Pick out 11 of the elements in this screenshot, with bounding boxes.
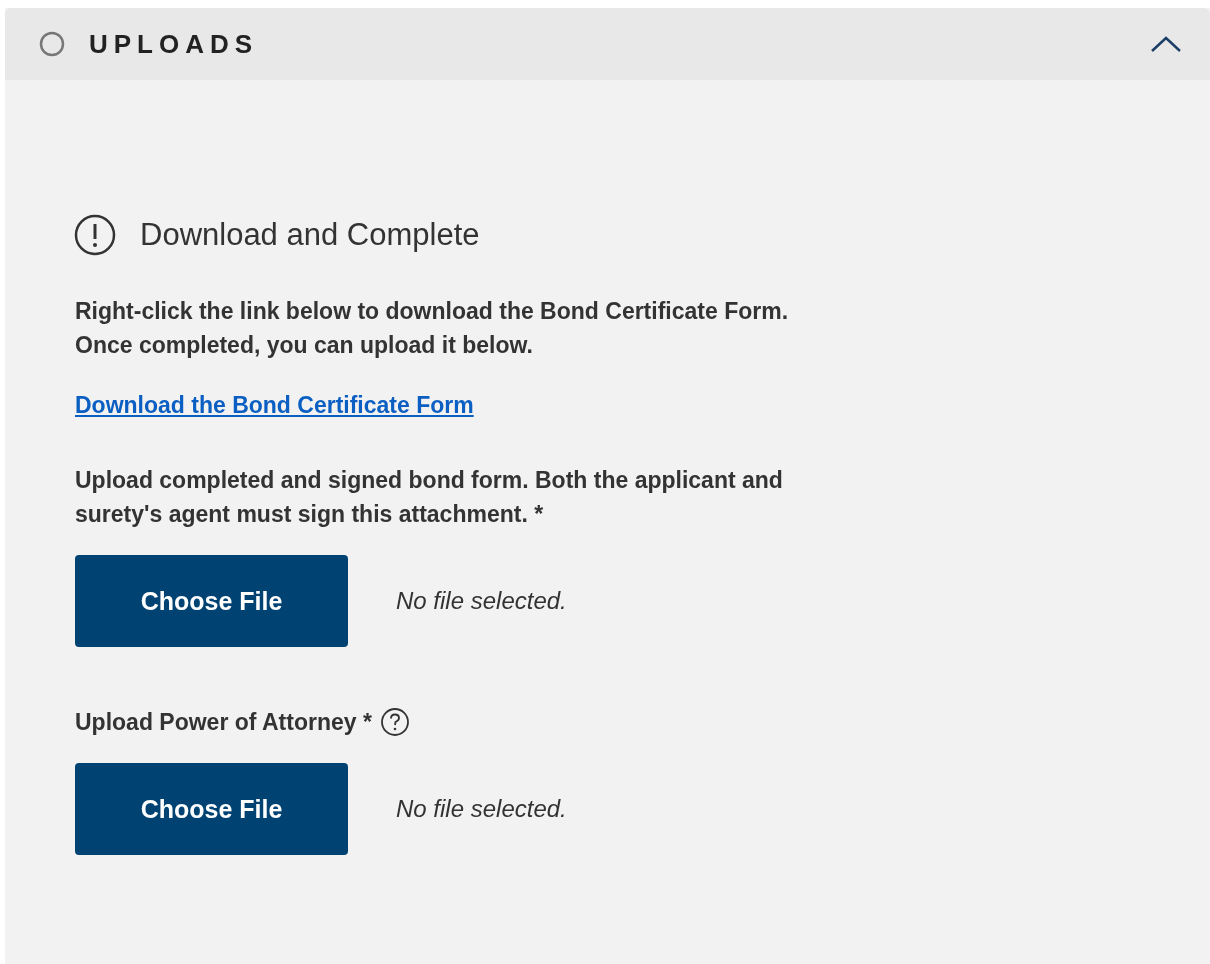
file-status-text: No file selected. [396,795,567,823]
upload-label: Upload Power of Attorney * [75,708,372,737]
choose-file-button[interactable]: Choose File [75,763,348,855]
instructions-text: Right-click the link below to download the Bond Certificate Form. Once completed, you can upload it below. [75,297,789,360]
download-link[interactable]: Download the Bond Certificate Form [75,392,474,419]
upload-label: Upload completed and signed bond form. Both the applicant and surety's agent must sign this attachment. * [75,466,784,529]
section-header[interactable]: UPLOADS [5,8,1210,80]
section-heading: Download and Complete [140,217,480,253]
choose-file-button[interactable]: Choose File [75,555,348,647]
section-title: UPLOADS [89,28,260,60]
file-status-text: No file selected. [396,587,567,615]
